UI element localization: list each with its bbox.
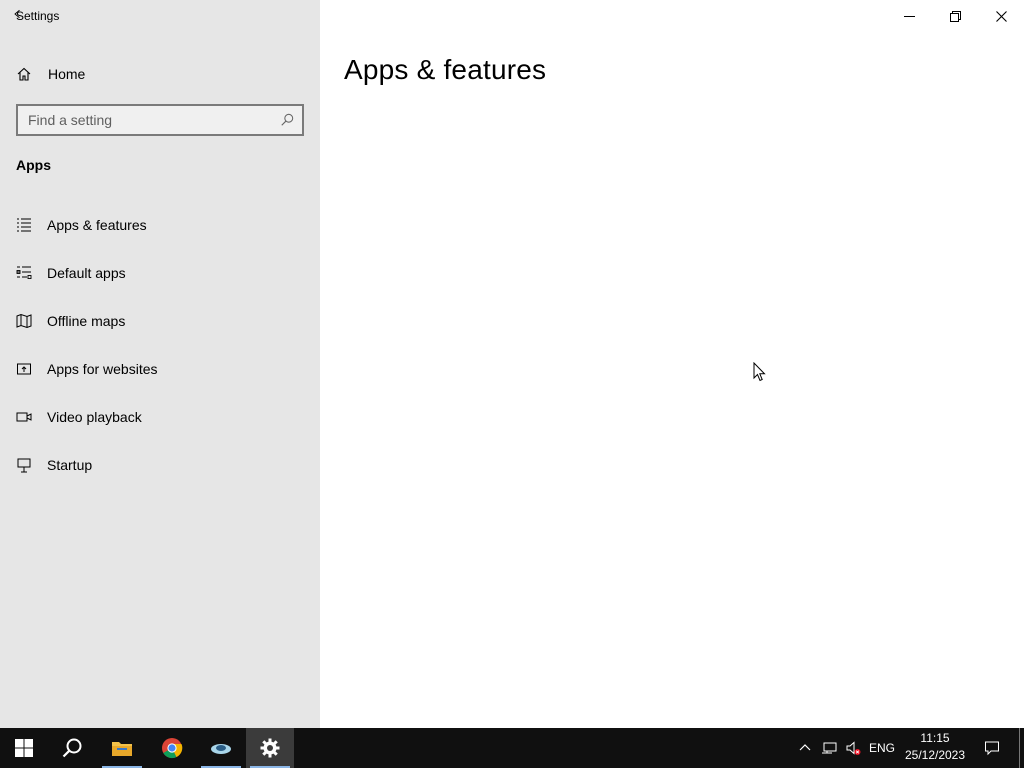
startup-icon (17, 458, 31, 473)
volume-muted-icon (846, 741, 861, 755)
list-icon (17, 218, 31, 232)
home-icon (17, 67, 31, 81)
sidebar-item-label: Apps for websites (47, 361, 158, 377)
section-title: Apps (16, 157, 51, 173)
mouse-cursor-icon (753, 362, 766, 382)
clock[interactable]: 11:15 25/12/2023 (900, 730, 970, 766)
sidebar-item-label: Video playback (47, 409, 142, 425)
taskbar-file-explorer[interactable] (98, 728, 146, 768)
close-button[interactable] (978, 0, 1024, 32)
show-desktop-button[interactable] (1019, 728, 1020, 768)
restore-icon (949, 10, 961, 22)
video-icon (16, 412, 32, 422)
sidebar-item-label: Apps & features (47, 217, 147, 233)
sidebar-item-startup[interactable]: Startup (16, 449, 304, 481)
restore-button[interactable] (932, 0, 978, 32)
app-icon (211, 744, 231, 754)
action-center-button[interactable] (978, 728, 1006, 768)
map-icon (16, 313, 32, 329)
search-icon[interactable] (280, 113, 294, 127)
chevron-up-icon (799, 744, 811, 751)
sidebar-item-label: Offline maps (47, 313, 126, 329)
start-button[interactable] (0, 728, 48, 768)
home-nav-item[interactable]: Home (16, 60, 304, 88)
settings-icon (260, 738, 280, 758)
network-icon (822, 742, 837, 754)
chrome-icon (162, 738, 183, 759)
show-hidden-icons-button[interactable] (796, 728, 814, 768)
default-apps-icon (16, 266, 32, 279)
window-title: Settings (16, 9, 60, 23)
taskbar: ENG 11:15 25/12/2023 (0, 728, 1024, 768)
open-external-icon (17, 363, 31, 375)
search-icon (62, 738, 82, 758)
settings-sidebar: Settings Home Apps Apps & features Defau… (0, 0, 320, 728)
taskbar-settings[interactable] (246, 728, 294, 768)
home-label: Home (48, 66, 86, 82)
clock-date: 25/12/2023 (904, 748, 966, 762)
clock-time: 11:15 (920, 731, 950, 745)
page-title: Apps & features (344, 54, 547, 85)
sidebar-item-video-playback[interactable]: Video playback (16, 401, 304, 433)
volume-tray-button[interactable] (842, 728, 864, 768)
taskbar-app[interactable] (197, 728, 245, 768)
search-box[interactable] (16, 104, 304, 136)
sidebar-item-offline-maps[interactable]: Offline maps (16, 305, 304, 337)
notification-icon (985, 741, 999, 756)
minimize-icon (903, 15, 915, 17)
sidebar-item-label: Startup (47, 457, 93, 473)
file-explorer-icon (112, 742, 132, 756)
sidebar-item-apps-for-websites[interactable]: Apps for websites (16, 353, 304, 385)
taskbar-chrome[interactable] (148, 728, 196, 768)
sidebar-item-default-apps[interactable]: Default apps (16, 257, 304, 289)
sidebar-item-label: Default apps (47, 265, 126, 281)
close-icon (995, 10, 1007, 22)
minimize-button[interactable] (886, 0, 932, 32)
start-icon (15, 739, 33, 757)
search-input[interactable] (18, 106, 268, 134)
network-tray-button[interactable] (818, 728, 840, 768)
language-indicator[interactable]: ENG (866, 728, 898, 768)
sidebar-item-apps-features[interactable]: Apps & features (16, 209, 304, 241)
taskbar-search-button[interactable] (48, 728, 96, 768)
